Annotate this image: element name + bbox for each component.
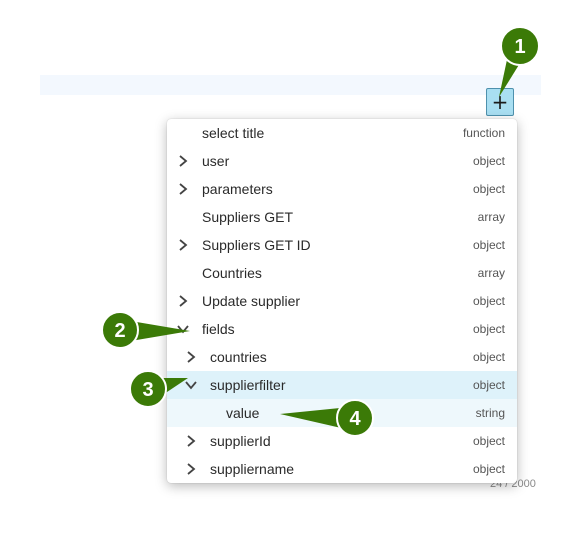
callout-overlay: 1 2 3 4 — [101, 26, 540, 437]
callout-number: 1 — [514, 36, 525, 58]
callout-number: 2 — [114, 320, 125, 342]
callout-1: 1 — [499, 26, 540, 97]
callout-number: 4 — [349, 408, 361, 430]
callout-4: 4 — [280, 399, 374, 437]
callout-3: 3 — [129, 370, 188, 408]
callout-2: 2 — [101, 311, 190, 349]
callout-number: 3 — [142, 379, 153, 401]
